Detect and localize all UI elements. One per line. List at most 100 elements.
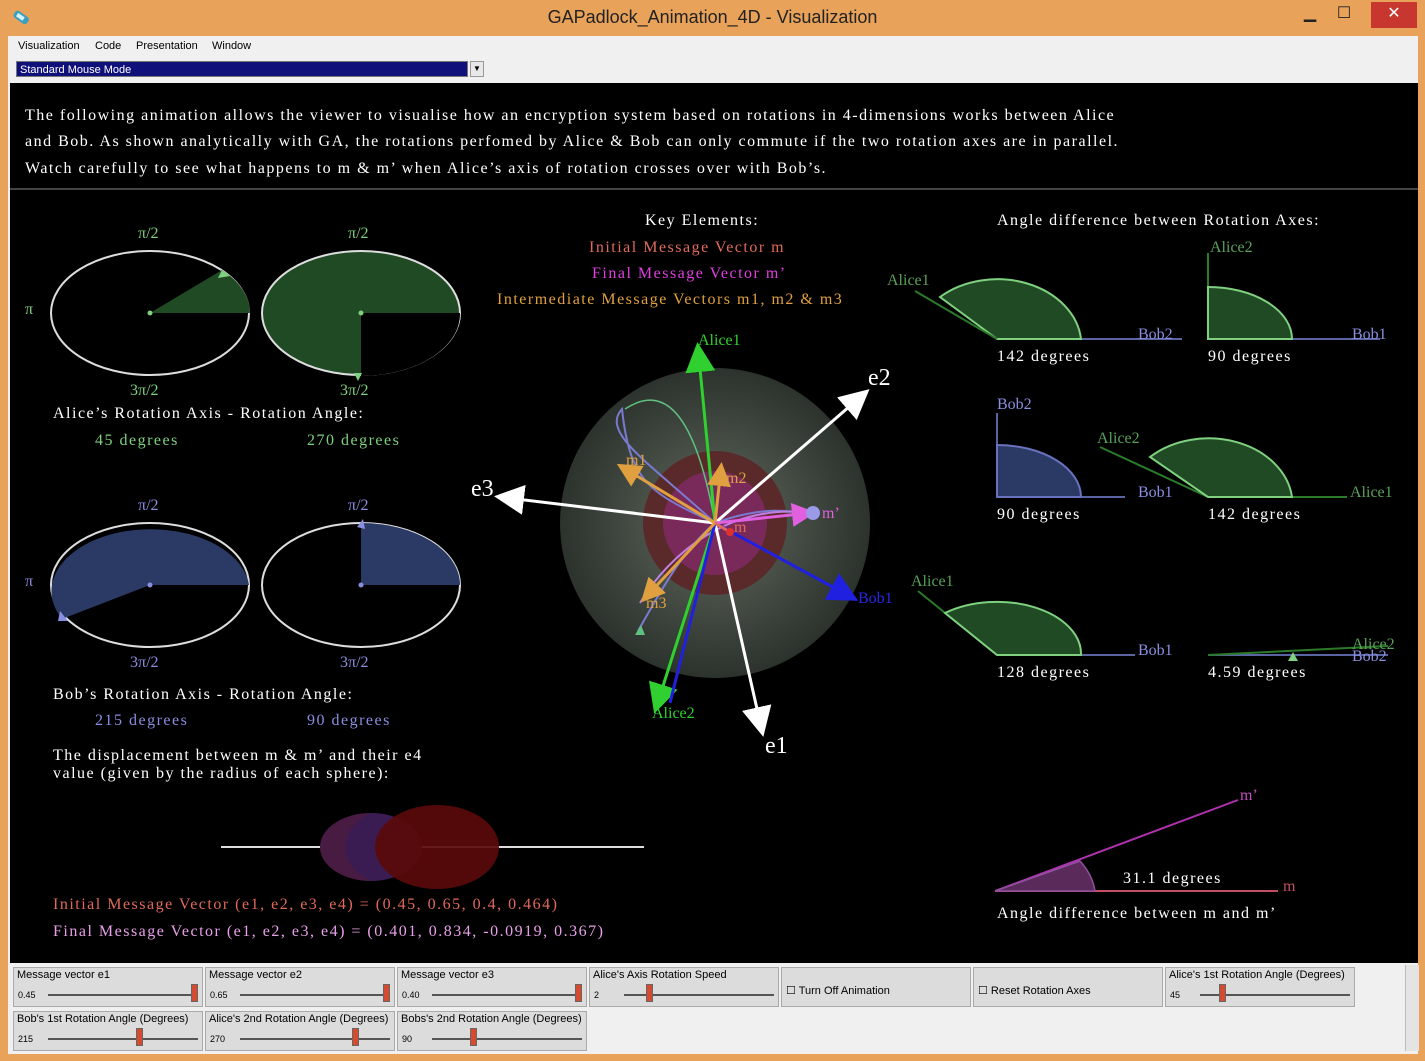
alice-dials: π/2 π/2 π 3π/2 3π/2 — [25, 225, 461, 399]
controls-scrollbar[interactable] — [1405, 965, 1419, 1051]
label-m3: m3 — [646, 595, 666, 612]
slider-thumb[interactable] — [1219, 984, 1226, 1002]
label-alice1: Alice1 — [698, 332, 741, 349]
slider-value: 45 — [1170, 990, 1181, 1000]
chevron-down-icon[interactable]: ▼ — [470, 61, 484, 77]
turn-off-animation-checkbox[interactable]: ☐ Turn Off Animation — [786, 984, 890, 997]
bob-dials: π/2 π/2 π 3π/2 3π/2 — [25, 497, 461, 671]
slider-label: Alice's 1st Rotation Angle (Degrees) — [1169, 969, 1345, 981]
menu-presentation[interactable]: Presentation — [136, 40, 198, 52]
reset-rotation-axes-checkbox[interactable]: ☐ Reset Rotation Axes — [978, 984, 1091, 997]
slider-value: 0.65 — [210, 990, 228, 1000]
rotation-scene-3d[interactable] — [494, 342, 870, 737]
label-e2: e2 — [868, 365, 891, 391]
displacement-line-1: The displacement between m & m’ and thei… — [53, 747, 423, 764]
g4-degrees: 142 degrees — [1208, 506, 1301, 523]
slider-message-e3[interactable]: Message vector e3 0.40 — [397, 967, 587, 1007]
key-final: Final Message Vector m’ — [592, 265, 787, 282]
angle-gauges: Alice1 Bob2 142 degrees Alice2 Bob1 90 d… — [887, 239, 1395, 922]
angles-heading: Angle difference between Rotation Axes: — [997, 212, 1320, 229]
slider-label: Alice's Axis Rotation Speed — [593, 969, 727, 981]
label-alice2: Alice2 — [652, 705, 695, 722]
alice-dial2-bottom: 3π/2 — [340, 382, 369, 399]
slider-alice-angle-2[interactable]: Alice's 2nd Rotation Angle (Degrees) 270 — [205, 1011, 395, 1051]
slider-bob-angle-1[interactable]: Bob's 1st Rotation Angle (Degrees) 215 — [13, 1011, 203, 1051]
label-m2: m2 — [726, 470, 746, 487]
slider-label: Bob's 1st Rotation Angle (Degrees) — [17, 1013, 189, 1025]
alice-dial1-left: π — [25, 301, 33, 318]
bob-heading: Bob’s Rotation Axis - Rotation Angle: — [53, 686, 353, 703]
alice-dial1-bottom: 3π/2 — [130, 382, 159, 399]
g1-alice: Alice1 — [887, 272, 930, 289]
displacement-diagram — [221, 805, 644, 889]
slider-alice-speed[interactable]: Alice's Axis Rotation Speed 2 — [589, 967, 779, 1007]
alice-dial2-gap — [361, 313, 461, 376]
slider-thumb[interactable] — [352, 1028, 359, 1046]
mm-mprime: m’ — [1240, 787, 1258, 804]
reset-axes[interactable]: ☐ Reset Rotation Axes — [973, 967, 1163, 1007]
window-title: GAPadlock_Animation_4D - Visualization — [547, 7, 878, 27]
slider-value: 0.40 — [402, 990, 420, 1000]
slider-label: Alice's 2nd Rotation Angle (Degrees) — [209, 1013, 389, 1025]
alice-dial1-sector — [150, 270, 250, 313]
g5-degrees: 128 degrees — [997, 664, 1090, 681]
menu-visualization[interactable]: Visualization — [18, 40, 80, 52]
g4-alice2: Alice2 — [1097, 430, 1140, 447]
label-e1: e1 — [765, 733, 788, 759]
slider-thumb[interactable] — [383, 984, 390, 1002]
key-intermediate: Intermediate Message Vectors m1, m2 & m3 — [497, 291, 843, 308]
slider-thumb[interactable] — [646, 984, 653, 1002]
initial-vector-text: Initial Message Vector (e1, e2, e3, e4) … — [53, 896, 558, 913]
g6-degrees: 4.59 degrees — [1208, 664, 1307, 681]
bob-dial2-sector — [361, 523, 460, 585]
g5-alice1: Alice1 — [911, 573, 954, 590]
mouse-mode-select[interactable]: Standard Mouse Mode — [16, 61, 468, 77]
slider-value: 90 — [402, 1034, 413, 1044]
slider-value: 0.45 — [18, 990, 36, 1000]
label-e3: e3 — [471, 476, 494, 502]
label-m1: m1 — [626, 452, 646, 469]
slider-thumb[interactable] — [470, 1028, 477, 1046]
mode-bar: Standard Mouse Mode ▼ — [8, 56, 1418, 82]
label-mprime: m’ — [822, 505, 840, 522]
bob-angle-2: 90 degrees — [307, 712, 391, 729]
maximize-button[interactable]: ☐ — [1324, 2, 1364, 28]
checkbox-label: Turn Off Animation — [798, 985, 890, 997]
slider-label: Message vector e1 — [17, 969, 110, 981]
slider-thumb[interactable] — [575, 984, 582, 1002]
window-titlebar: GAPadlock_Animation_4D - Visualization ▁… — [0, 0, 1425, 36]
visualization-canvas[interactable]: The following animation allows the viewe… — [10, 83, 1418, 963]
alice-angle-2: 270 degrees — [307, 432, 400, 449]
slider-alice-angle-1[interactable]: Alice's 1st Rotation Angle (Degrees) 45 — [1165, 967, 1355, 1007]
intro-line-2: and Bob. As shown analytically with GA, … — [25, 133, 1119, 150]
slider-label: Message vector e2 — [209, 969, 302, 981]
g6-bob2: Bob2 — [1352, 648, 1387, 665]
key-initial: Initial Message Vector m — [589, 239, 785, 256]
controls-panel: Message vector e1 0.45 Message vector e2… — [8, 963, 1419, 1054]
slider-value: 215 — [18, 1034, 34, 1044]
g4-alice1: Alice1 — [1350, 484, 1393, 501]
g2-alice: Alice2 — [1210, 239, 1253, 256]
toggle-animation[interactable]: ☐ Turn Off Animation — [781, 967, 971, 1007]
alice-heading: Alice’s Rotation Axis - Rotation Angle: — [53, 405, 364, 422]
bob-dial1-top: π/2 — [138, 497, 159, 514]
g1-degrees: 142 degrees — [997, 348, 1090, 365]
key-heading: Key Elements: — [645, 212, 759, 229]
menu-code[interactable]: Code — [95, 40, 121, 52]
slider-message-e2[interactable]: Message vector e2 0.65 — [205, 967, 395, 1007]
intro-line-1: The following animation allows the viewe… — [25, 107, 1115, 124]
label-m: m — [734, 519, 747, 536]
alice-angle-1: 45 degrees — [95, 432, 179, 449]
final-vector-text: Final Message Vector (e1, e2, e3, e4) = … — [53, 923, 604, 940]
menu-window[interactable]: Window — [212, 40, 251, 52]
slider-bob-angle-2[interactable]: Bobs's 2nd Rotation Angle (Degrees) 90 — [397, 1011, 587, 1051]
close-button[interactable]: ✕ — [1371, 2, 1417, 28]
menu-bar: Visualization Code Presentation Window — [8, 36, 1418, 56]
slider-thumb[interactable] — [136, 1028, 143, 1046]
slider-thumb[interactable] — [191, 984, 198, 1002]
bob-dial1-sector — [51, 529, 249, 619]
g2-degrees: 90 degrees — [1208, 348, 1292, 365]
g3-degrees: 90 degrees — [997, 506, 1081, 523]
slider-message-e1[interactable]: Message vector e1 0.45 — [13, 967, 203, 1007]
displacement-line-2: value (given by the radius of each spher… — [53, 765, 390, 782]
